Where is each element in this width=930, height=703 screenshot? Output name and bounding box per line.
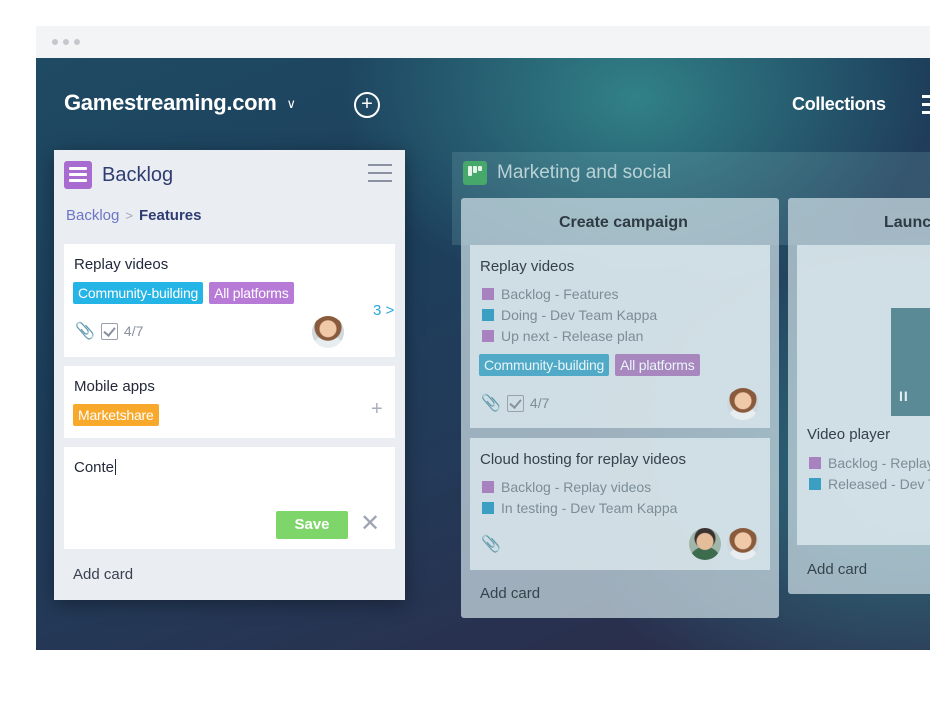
card-link[interactable]: Backlog - Features <box>482 283 657 304</box>
breadcrumb: Backlog > Features <box>66 207 202 224</box>
board-card[interactable]: Cloud hosting for replay videos Backlog … <box>470 438 770 570</box>
close-icon[interactable]: ✕ <box>360 511 380 537</box>
status-swatch <box>809 456 821 469</box>
column-title[interactable]: Create campaign <box>559 214 688 232</box>
avatar[interactable] <box>727 528 759 560</box>
app-window: Gamestreaming.com ∨ + Collections Market… <box>36 26 930 650</box>
paperclip-icon: 📎 <box>481 536 501 553</box>
breadcrumb-current: Features <box>138 207 202 224</box>
card-title: Replay videos <box>74 256 169 273</box>
hamburger-icon[interactable] <box>368 164 392 188</box>
card-link[interactable]: In testing - Dev Team Kappa <box>482 497 677 518</box>
checklist-count: 4/7 <box>529 395 550 411</box>
window-dot <box>74 39 80 45</box>
top-bar: Gamestreaming.com ∨ + Collections <box>36 58 930 150</box>
add-card-button[interactable]: Add card <box>807 561 867 578</box>
status-swatch <box>482 329 494 342</box>
avatar[interactable] <box>312 316 344 348</box>
avatar[interactable] <box>727 388 759 420</box>
window-controls <box>52 39 80 45</box>
add-circle-icon[interactable]: + <box>354 92 380 118</box>
board-column: Create campaign Replay videos Backlog - … <box>461 198 779 618</box>
card-link[interactable]: Backlog - Replay <box>809 452 930 473</box>
board-header[interactable]: Marketing and social <box>463 161 671 185</box>
window-titlebar <box>36 26 930 58</box>
status-swatch <box>809 477 821 490</box>
breadcrumb-parent[interactable]: Backlog <box>66 207 119 224</box>
add-card-button[interactable]: Add card <box>73 566 133 583</box>
new-card-input[interactable]: Conte <box>74 459 117 476</box>
collections-button[interactable]: Collections <box>792 94 886 115</box>
tag[interactable]: All platforms <box>615 354 700 376</box>
card-title: Cloud hosting for replay videos <box>480 451 686 468</box>
tag[interactable]: All platforms <box>209 282 294 304</box>
avatar[interactable] <box>689 528 721 560</box>
card-tags: Community-building All platforms <box>479 354 700 376</box>
tag[interactable]: Community-building <box>479 354 610 376</box>
card-link[interactable]: Doing - Dev Team Kappa <box>482 304 657 325</box>
card-tags: Community-building All platforms <box>73 282 294 304</box>
checklist-count: 4/7 <box>123 323 144 339</box>
pause-icon[interactable]: II <box>899 388 909 404</box>
board-card[interactable]: Replay videos Backlog - Features Doing -… <box>470 245 770 428</box>
backlog-card[interactable]: Replay videos Community-building All pla… <box>64 244 395 357</box>
card-links: Backlog - Features Doing - Dev Team Kapp… <box>482 283 657 346</box>
window-dot <box>52 39 58 45</box>
card-links: Backlog - Replay Released - Dev T <box>809 452 930 494</box>
text-caret <box>115 459 117 475</box>
column-title[interactable]: Launch <box>884 214 930 232</box>
checklist-icon <box>100 322 118 340</box>
app-canvas: Gamestreaming.com ∨ + Collections Market… <box>36 58 930 650</box>
workspace-switcher[interactable]: Gamestreaming.com ∨ <box>64 90 296 116</box>
card-link[interactable]: Released - Dev T <box>809 473 930 494</box>
plus-icon[interactable]: + <box>371 398 383 421</box>
add-card-button[interactable]: Add card <box>480 585 540 602</box>
save-button[interactable]: Save <box>276 511 348 539</box>
card-meta: 📎 4/7 <box>75 321 143 341</box>
board-icon <box>463 161 487 185</box>
card-title: Mobile apps <box>74 378 155 395</box>
card-tags: Marketshare <box>73 404 159 426</box>
card-title: Video player <box>807 426 891 443</box>
paperclip-icon: 📎 <box>75 323 95 340</box>
status-swatch <box>482 480 494 493</box>
card-meta: 📎 <box>481 534 501 554</box>
status-swatch <box>482 308 494 321</box>
card-title: Replay videos <box>480 258 575 275</box>
backlog-header: Backlog <box>64 161 173 189</box>
chevron-down-icon: ∨ <box>286 96 297 111</box>
list-icon <box>64 161 92 189</box>
board-title: Marketing and social <box>497 162 672 183</box>
video-thumbnail[interactable] <box>891 308 930 416</box>
backlog-panel: Backlog Backlog > Features Replay videos… <box>54 150 405 600</box>
tag[interactable]: Community-building <box>73 282 204 304</box>
chevron-right-icon: > <box>125 208 133 223</box>
status-swatch <box>482 501 494 514</box>
card-links: Backlog - Replay videos In testing - Dev… <box>482 476 677 518</box>
window-dot <box>63 39 69 45</box>
workspace-name: Gamestreaming.com <box>64 90 277 115</box>
backlog-card[interactable]: Mobile apps Marketshare + <box>64 366 395 438</box>
subtask-counter[interactable]: 3 > <box>373 302 394 319</box>
tag[interactable]: Marketshare <box>73 404 159 426</box>
status-swatch <box>482 287 494 300</box>
new-card-editor: Conte Save ✕ <box>64 447 395 549</box>
card-link[interactable]: Up next - Release plan <box>482 325 657 346</box>
card-meta: 📎 4/7 <box>481 393 549 413</box>
card-link[interactable]: Backlog - Replay videos <box>482 476 677 497</box>
backlog-title[interactable]: Backlog <box>102 164 173 187</box>
menu-icon[interactable] <box>922 95 930 119</box>
paperclip-icon: 📎 <box>481 395 501 412</box>
checklist-icon <box>506 394 524 412</box>
